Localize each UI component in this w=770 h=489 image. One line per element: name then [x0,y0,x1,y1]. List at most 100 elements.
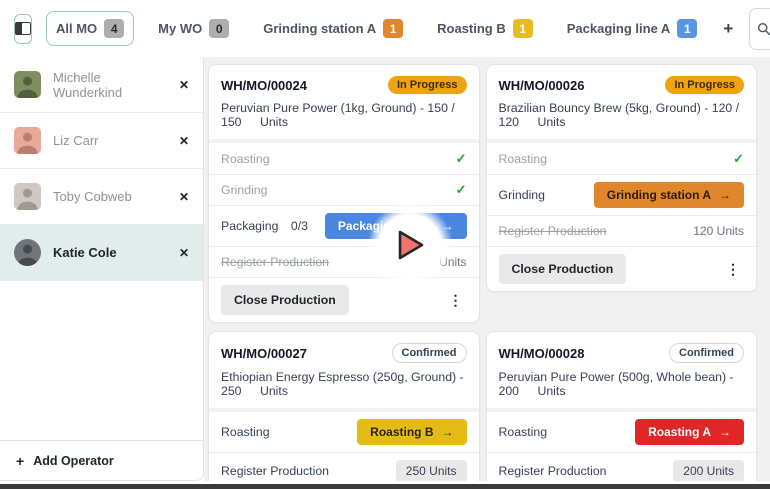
close-production-button[interactable]: Close Production [499,254,627,284]
tab-count-badge: 0 [209,19,229,38]
register-quantity-button[interactable]: 250 Units [396,460,467,481]
tab-label: Grinding station A [263,21,376,36]
sidebar-panel-icon [15,22,31,35]
uom-label: Units [260,384,288,398]
register-production-row[interactable]: Register Production 120 Units [487,215,757,246]
card-footer-row: Close Production ⋮ [487,246,757,291]
arrow-right-icon: → [442,425,454,439]
operation-label: Packaging [221,219,278,233]
tab-count-badge: 1 [513,19,533,38]
operation-label: Grinding [499,188,545,202]
tab-label: Roasting B [437,21,506,36]
tab-my-wo[interactable]: My WO 0 [148,11,239,46]
card-header: WH/MO/00024 In Progress Peruvian Pure Po… [209,65,479,139]
operator-name: Katie Cole [53,245,167,260]
add-operator-label: Add Operator [33,454,114,468]
tab-count-badge: 4 [104,19,124,38]
status-badge: In Progress [665,76,744,94]
product-line: Peruvian Pure Power (500g, Whole bean) -… [499,370,745,398]
tab-label: Packaging line A [567,21,671,36]
plus-icon: + [16,453,24,469]
operation-row-grinding[interactable]: Grinding Grinding station A → [487,174,757,215]
workcenter-button-roasting-b[interactable]: Roasting B → [357,419,466,445]
tab-label: My WO [158,21,202,36]
product-description: Brazilian Bouncy Brew (5kg, Ground) - 12… [499,101,740,129]
tab-label: All MO [56,21,97,36]
mo-reference: WH/MO/00027 [221,346,307,361]
workcenter-button-label: Roasting B [370,425,433,439]
close-production-button[interactable]: Close Production [221,285,349,315]
kebab-menu-icon[interactable]: ⋮ [722,261,744,278]
register-production-row[interactable]: Register Production 250 Units [209,452,479,481]
tab-roasting-b[interactable]: Roasting B 1 [427,11,543,46]
operation-row-roasting[interactable]: Roasting ✓ [209,143,479,174]
mo-card-wh-mo-00027[interactable]: WH/MO/00027 Confirmed Ethiopian Energy E… [208,331,480,481]
workcenter-button-label: Roasting A [648,425,711,439]
check-icon: ✓ [733,151,744,167]
product-line: Ethiopian Energy Espresso (250g, Ground)… [221,370,467,398]
search-box[interactable]: Ready ✕ ▾ [749,8,770,50]
remove-operator-icon[interactable]: ✕ [179,246,189,260]
add-operator-button[interactable]: + Add Operator [0,440,203,480]
tab-all-mo[interactable]: All MO 4 [46,11,134,46]
operator-sidebar: Michelle Wunderkind ✕ Liz Carr ✕ Toby Co… [0,57,204,481]
check-icon: ✓ [456,151,467,167]
register-production-label: Register Production [221,255,329,269]
mo-cards-area: WH/MO/00024 In Progress Peruvian Pure Po… [204,57,770,481]
operation-row-roasting[interactable]: Roasting Roasting B → [209,412,479,452]
check-icon: ✓ [456,182,467,198]
arrow-right-icon: → [719,425,731,439]
operation-label: Roasting [499,425,548,439]
card-header: WH/MO/00026 In Progress Brazilian Bouncy… [487,65,757,139]
remove-operator-icon[interactable]: ✕ [179,190,189,204]
avatar [14,127,41,154]
operator-row-michelle-wunderkind[interactable]: Michelle Wunderkind ✕ [0,57,203,113]
status-badge: Confirmed [392,343,467,363]
register-production-label: Register Production [499,224,607,238]
mo-cards-grid: WH/MO/00024 In Progress Peruvian Pure Po… [208,64,757,481]
mo-reference: WH/MO/00026 [499,78,585,93]
video-play-button[interactable] [368,203,452,287]
mo-reference: WH/MO/00028 [499,346,585,361]
product-description: Peruvian Pure Power (500g, Whole bean) -… [499,370,734,398]
sidebar-spacer [0,281,203,440]
status-badge: In Progress [388,76,467,94]
top-toolbar: All MO 4 My WO 0 Grinding station A 1 Ro… [0,0,770,57]
register-quantity-button[interactable]: 200 Units [673,460,744,481]
operator-row-liz-carr[interactable]: Liz Carr ✕ [0,113,203,169]
card-header: WH/MO/00027 Confirmed Ethiopian Energy E… [209,332,479,408]
kebab-menu-icon[interactable]: ⋮ [445,292,467,309]
remove-operator-icon[interactable]: ✕ [179,78,189,92]
operation-progress: 0/3 [291,219,308,233]
tab-packaging-line-a[interactable]: Packaging line A 1 [557,11,708,46]
workcenter-button-roasting-a[interactable]: Roasting A → [635,419,744,445]
operator-name: Toby Cobweb [53,189,167,204]
uom-label: Units [537,384,565,398]
uom-label: Units [260,115,288,129]
sidebar-toggle-button[interactable] [14,14,32,44]
register-production-row[interactable]: Register Production 200 Units [487,452,757,481]
mo-card-wh-mo-00026[interactable]: WH/MO/00026 In Progress Brazilian Bouncy… [486,64,758,292]
avatar [14,71,41,98]
mo-reference: WH/MO/00024 [221,78,307,93]
workcenter-button-grinding-station-a[interactable]: Grinding station A → [594,182,744,208]
tab-grinding-station-a[interactable]: Grinding station A 1 [253,11,413,46]
operator-name: Michelle Wunderkind [53,70,167,100]
operator-row-toby-cobweb[interactable]: Toby Cobweb ✕ [0,169,203,225]
remove-operator-icon[interactable]: ✕ [179,134,189,148]
shop-floor-app: All MO 4 My WO 0 Grinding station A 1 Ro… [0,0,770,489]
product-description: Peruvian Pure Power (1kg, Ground) - 150 … [221,101,455,129]
add-workcenter-tab-button[interactable]: + [721,19,735,39]
workcenter-button-label: Grinding station A [607,188,711,202]
register-quantity: 120 Units [693,224,744,238]
register-production-label: Register Production [221,464,329,478]
operation-row-grinding[interactable]: Grinding ✓ [209,174,479,205]
mo-card-wh-mo-00028[interactable]: WH/MO/00028 Confirmed Peruvian Pure Powe… [486,331,758,481]
operation-row-roasting[interactable]: Roasting Roasting A → [487,412,757,452]
arrow-right-icon: → [719,188,731,202]
product-line: Brazilian Bouncy Brew (5kg, Ground) - 12… [499,101,745,129]
tab-count-badge: 1 [383,19,403,38]
operation-row-roasting[interactable]: Roasting ✓ [487,143,757,174]
search-icon [757,22,770,36]
operator-row-katie-cole[interactable]: Katie Cole ✕ [0,225,203,281]
